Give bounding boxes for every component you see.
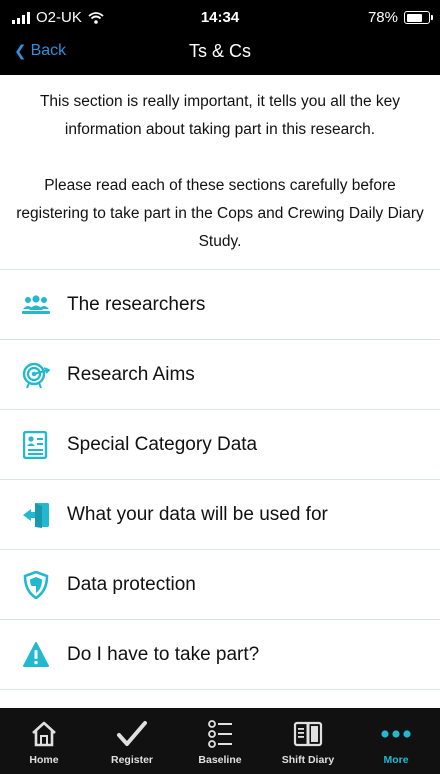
tab-home[interactable]: Home bbox=[0, 708, 88, 774]
section-label: Special Category Data bbox=[67, 433, 258, 455]
more-icon bbox=[380, 716, 412, 752]
list-icon bbox=[206, 716, 234, 752]
section-label: Data protection bbox=[67, 573, 196, 595]
section-item-researchers[interactable]: The researchers bbox=[0, 270, 440, 340]
shield-icon bbox=[22, 570, 50, 599]
battery-group: 78% bbox=[367, 9, 433, 26]
section-label: Research Aims bbox=[67, 363, 195, 385]
tab-label: Register bbox=[110, 754, 153, 766]
page-title: Ts & Cs bbox=[188, 41, 251, 61]
target-icon bbox=[22, 361, 50, 389]
tab-register[interactable]: Register bbox=[88, 708, 176, 774]
section-label: The researchers bbox=[67, 293, 206, 315]
tab-baseline[interactable]: Baseline bbox=[176, 708, 264, 774]
section-item-take-part[interactable]: Do I have to take part? bbox=[0, 620, 440, 690]
tab-label: Shift Diary bbox=[281, 754, 335, 766]
tab-shift-diary[interactable]: Shift Diary bbox=[264, 708, 352, 774]
section-label: What your data will be used for bbox=[67, 503, 328, 525]
people-icon bbox=[22, 291, 50, 319]
book-icon bbox=[293, 716, 323, 752]
intro-paragraph-2: Please read each of these sections caref… bbox=[16, 177, 424, 250]
intro-text: This section is really important, it tel… bbox=[0, 88, 440, 256]
tab-bar: Home Register Baseline Shift Diary More bbox=[0, 708, 440, 774]
section-item-data-protection[interactable]: Data protection bbox=[0, 550, 440, 620]
battery-icon bbox=[404, 11, 433, 24]
tab-more[interactable]: More bbox=[352, 708, 440, 774]
tab-label: Baseline bbox=[198, 754, 242, 766]
battery-percent: 78% bbox=[367, 9, 398, 26]
section-label: Do I have to take part? bbox=[67, 643, 260, 665]
tab-label: Home bbox=[29, 754, 59, 766]
intro-paragraph-1: This section is really important, it tel… bbox=[39, 93, 401, 138]
section-item-data-usage[interactable]: What your data will be used for bbox=[0, 480, 440, 550]
document-icon bbox=[22, 430, 50, 459]
battery-fill bbox=[406, 13, 423, 22]
section-item-research-aims[interactable]: Research Aims bbox=[0, 340, 440, 410]
checkmark-icon bbox=[116, 716, 148, 752]
sections-list: The researchers Research Aims Special Ca… bbox=[0, 269, 440, 690]
section-item-special-category-data[interactable]: Special Category Data bbox=[0, 410, 440, 480]
status-bar: O2-UK 14:34 78% bbox=[0, 0, 440, 34]
nav-bar: ❮ Back Ts & Cs bbox=[0, 34, 440, 75]
home-icon bbox=[30, 716, 58, 752]
warning-icon bbox=[22, 641, 50, 669]
exit-door-icon bbox=[22, 501, 50, 529]
tab-label: More bbox=[383, 754, 409, 766]
top-bar: O2-UK 14:34 78% ❮ Back Ts & Cs bbox=[0, 0, 440, 75]
